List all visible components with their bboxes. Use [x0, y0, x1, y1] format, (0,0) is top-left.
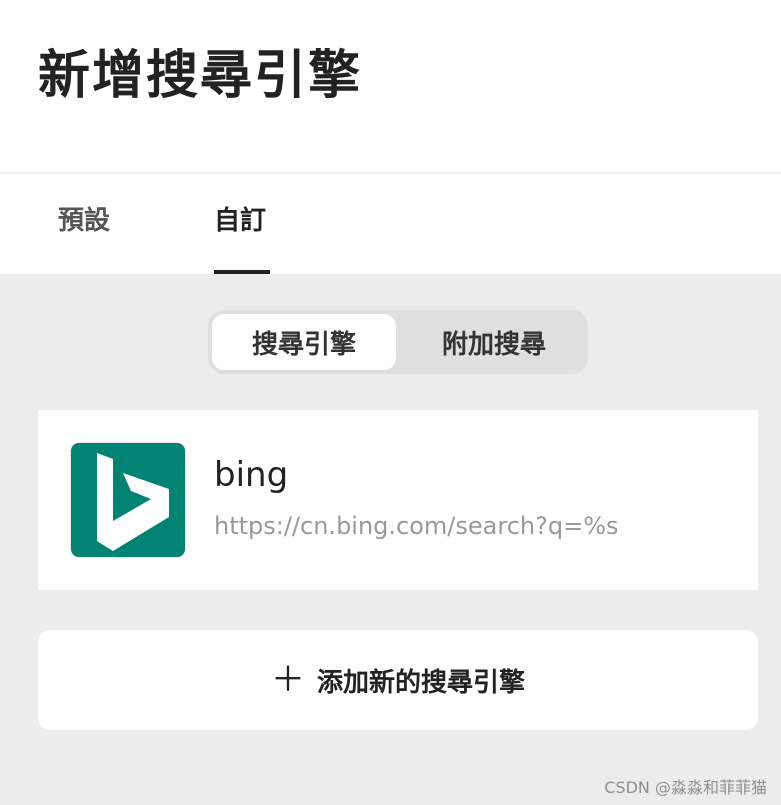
- watermark: CSDN @淼淼和菲菲猫: [604, 778, 767, 797]
- engine-name: bing: [214, 455, 289, 495]
- tab-custom[interactable]: 自訂: [214, 208, 266, 234]
- plus-icon: ＋: [270, 660, 305, 700]
- header: 新增搜尋引擎: [0, 0, 781, 174]
- segment-additional-search[interactable]: 附加搜尋: [404, 314, 584, 370]
- engine-url: https://cn.bing.com/search?q=%s: [214, 512, 619, 540]
- tab-bar: 預設 自訂: [0, 174, 781, 274]
- tab-default[interactable]: 預設: [58, 208, 110, 234]
- page-title: 新增搜尋引擎: [38, 46, 363, 106]
- search-engine-item[interactable]: bing https://cn.bing.com/search?q=%s: [38, 410, 758, 590]
- add-search-engine-button[interactable]: ＋ 添加新的搜尋引擎: [38, 630, 758, 730]
- segment-search-engines[interactable]: 搜尋引擎: [212, 314, 396, 370]
- segmented-control: 搜尋引擎 附加搜尋: [208, 310, 588, 374]
- bing-logo-icon: [71, 443, 185, 557]
- add-search-engine-label: 添加新的搜尋引擎: [316, 667, 525, 698]
- active-tab-indicator: [214, 270, 270, 274]
